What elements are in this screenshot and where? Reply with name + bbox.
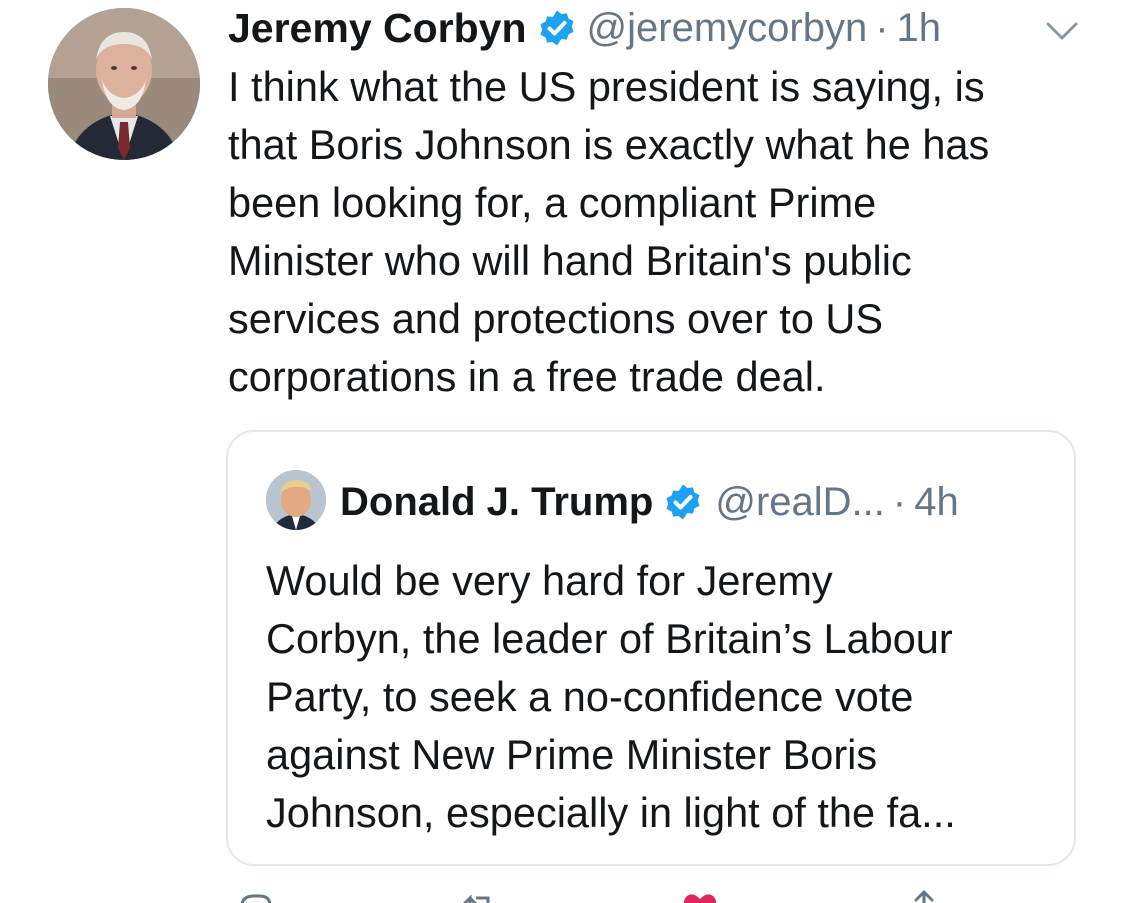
- share-icon[interactable]: [904, 888, 944, 903]
- quoted-header-separator: ·: [892, 479, 907, 524]
- tweet-timestamp[interactable]: 1h: [897, 6, 942, 51]
- like-icon[interactable]: [680, 888, 720, 903]
- author-name[interactable]: Jeremy Corbyn: [228, 5, 527, 52]
- quoted-author-name[interactable]: Donald J. Trump: [340, 480, 653, 525]
- tweet-text: I think what the US president is saying,…: [228, 63, 990, 400]
- tweet[interactable]: Jeremy Corbyn @jeremycorbyn · 1h I think…: [0, 0, 1125, 903]
- author-avatar[interactable]: [48, 8, 200, 160]
- quoted-tweet-card[interactable]: Donald J. Trump @realD... · 4h Would be …: [226, 430, 1076, 866]
- reply-icon[interactable]: [236, 888, 276, 903]
- quoted-tweet-timestamp[interactable]: 4h: [914, 480, 959, 525]
- quoted-avatar-portrait-image: [266, 470, 326, 530]
- avatar-portrait-image: [48, 8, 200, 160]
- header-separator: ·: [875, 5, 889, 50]
- tweet-header: Jeremy Corbyn @jeremycorbyn · 1h: [228, 2, 941, 54]
- chevron-down-icon[interactable]: [1040, 14, 1084, 46]
- quoted-author-avatar[interactable]: [266, 470, 326, 530]
- quoted-tweet-header: Donald J. Trump @realD... · 4h: [340, 476, 959, 528]
- quoted-author-handle[interactable]: @realD...: [715, 480, 885, 525]
- verified-badge-icon: [663, 482, 703, 522]
- retweet-icon[interactable]: [460, 888, 500, 903]
- verified-badge-icon: [537, 8, 577, 48]
- author-handle[interactable]: @jeremycorbyn: [587, 6, 868, 51]
- quoted-tweet-text: Would be very hard for Jeremy Corbyn, th…: [266, 557, 956, 836]
- tweet-actions-bar: [228, 888, 1028, 903]
